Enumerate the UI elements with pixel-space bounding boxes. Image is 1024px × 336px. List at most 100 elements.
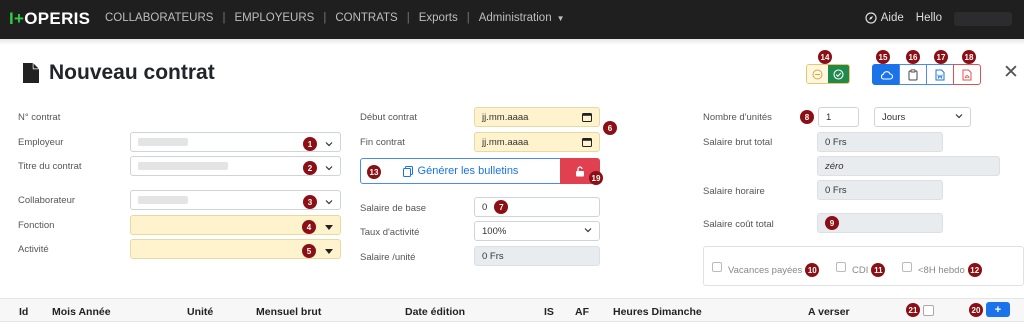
badge-7: 7 — [494, 200, 509, 214]
vacances-payees-checkbox[interactable]: Vacances payées 10 — [712, 262, 820, 277]
chevron-down-icon — [325, 142, 333, 147]
debut-contrat-input[interactable]: jj.mm.aaaa — [474, 107, 600, 127]
chevron-down-icon — [325, 200, 333, 205]
nav-administration[interactable]: Administration — [479, 12, 552, 24]
badge-21: 21 — [906, 303, 920, 317]
aide-label: Aide — [880, 12, 904, 24]
employeur-select[interactable]: 1 — [130, 132, 341, 152]
vacances-payees-label: Vacances payées — [728, 264, 803, 276]
badge-5: 5 — [302, 244, 316, 258]
caret-down-icon[interactable]: ▼ — [557, 14, 565, 23]
badge-17: 17 — [934, 50, 948, 64]
hello-label: Hello — [915, 12, 942, 24]
activite-select[interactable]: 5 — [130, 239, 341, 259]
close-icon[interactable]: ✕ — [1003, 63, 1019, 82]
nombre-unites-value: 1 — [826, 111, 832, 123]
col-is[interactable]: IS — [544, 306, 554, 318]
cdi-label: CDI — [852, 264, 869, 276]
nav-employeurs[interactable]: EMPLOYEURS — [234, 12, 314, 24]
unite-type-select[interactable]: Jours — [874, 107, 971, 127]
aide-link[interactable]: Aide — [865, 12, 904, 24]
calendar-icon[interactable] — [582, 112, 592, 122]
salaire-unite-value: 0 Frs — [482, 250, 504, 262]
col-mois-annee[interactable]: Mois Année — [52, 306, 111, 318]
salaire-brut-total-value: 0 Frs — [825, 136, 847, 148]
status-pending-button[interactable] — [807, 65, 828, 83]
collaborateur-select[interactable]: 3 — [130, 190, 341, 210]
debut-contrat-placeholder: jj.mm.aaaa — [482, 111, 529, 123]
nav-collaborateurs[interactable]: COLLABORATEURS — [105, 12, 213, 24]
brand-logo[interactable]: I+OPERIS — [9, 9, 90, 29]
salaire-brut-total-field: 0 Frs — [817, 132, 943, 152]
col-mensuel-brut[interactable]: Mensuel brut — [256, 306, 321, 318]
calendar-icon[interactable] — [582, 137, 592, 147]
user-name-redacted[interactable] — [954, 12, 1012, 26]
badge-3: 3 — [303, 195, 317, 209]
caret-down-icon — [325, 224, 333, 230]
fonction-select[interactable]: 4 — [130, 215, 341, 235]
checkbox-box[interactable] — [836, 262, 846, 272]
salaire-base-label: Salaire de base — [360, 203, 427, 214]
badge-8: 8 — [800, 110, 814, 124]
select-all-checkbox[interactable] — [923, 305, 934, 316]
salaire-unite-field: 0 Frs — [474, 246, 600, 266]
bulletins-table-header: Id Mois Année Unité Mensuel brut Date éd… — [0, 298, 1024, 322]
checkbox-box[interactable] — [902, 262, 912, 272]
salaire-base-input[interactable]: 0 7 — [474, 197, 600, 217]
col-id[interactable]: Id — [19, 306, 28, 318]
clipboard-icon — [908, 68, 918, 80]
copy-icon — [402, 165, 413, 177]
nav-exports[interactable]: Exports — [419, 12, 458, 24]
moins-8h-label: <8H hebdo — [918, 264, 965, 276]
employeur-label: Employeur — [18, 137, 64, 148]
cloud-save-button[interactable] — [872, 64, 900, 85]
salaire-base-value: 0 — [482, 201, 488, 213]
badge-11: 11 — [871, 263, 886, 277]
nav-contrats[interactable]: CONTRATS — [335, 12, 397, 24]
titre-contrat-value-redacted — [138, 162, 228, 170]
taux-activite-select[interactable]: 100% — [474, 221, 600, 241]
caret-down-icon — [325, 248, 333, 254]
col-unite[interactable]: Unité — [187, 306, 213, 318]
collaborateur-value-redacted — [138, 196, 188, 204]
options-panel: Vacances payées 10 CDI 11 <8H hebdo 12 — [703, 246, 1024, 286]
badge-6: 6 — [603, 121, 617, 135]
user-nav: Aide Hello — [865, 12, 942, 24]
badge-19: 19 — [589, 171, 603, 185]
status-valid-button[interactable] — [828, 65, 849, 83]
nombre-unites-input[interactable]: 1 — [818, 107, 859, 127]
chevron-down-icon — [955, 114, 963, 119]
badge-9: 9 — [825, 216, 839, 230]
word-export-button[interactable] — [926, 64, 954, 85]
col-a-verser[interactable]: A verser — [808, 306, 850, 318]
salaire-unite-label: Salaire /unité — [360, 252, 416, 263]
salaire-cout-total-label: Salaire coût total — [703, 219, 774, 230]
titre-contrat-select[interactable]: 2 — [130, 156, 341, 176]
generer-bulletins-button[interactable]: Générer les bulletins — [360, 158, 561, 184]
word-file-icon — [935, 69, 945, 80]
col-af[interactable]: AF — [575, 306, 589, 318]
col-date-edition[interactable]: Date édition — [405, 306, 465, 318]
badge-12: 12 — [967, 263, 982, 277]
checkbox-box[interactable] — [712, 262, 722, 272]
taux-activite-label: Taux d'activité — [360, 227, 420, 238]
numero-contrat-label: N° contrat — [18, 112, 61, 123]
pdf-export-button[interactable] — [953, 64, 981, 85]
clipboard-button[interactable] — [899, 64, 927, 85]
badge-13: 13 — [367, 165, 381, 179]
badge-4: 4 — [302, 220, 316, 234]
moins-8h-checkbox[interactable]: <8H hebdo 12 — [902, 262, 982, 277]
unlock-icon — [576, 165, 584, 176]
unite-type-value: Jours — [882, 111, 906, 123]
fin-contrat-input[interactable]: jj.mm.aaaa — [474, 132, 600, 152]
nav-separator: | — [323, 12, 327, 24]
col-heures-dimanche[interactable]: Heures Dimanche — [613, 306, 702, 318]
salaire-horaire-value: 0 Frs — [825, 184, 847, 196]
badge-20: 20 — [969, 303, 983, 317]
main-nav: COLLABORATEURS | EMPLOYEURS | CONTRATS |… — [105, 12, 565, 24]
add-bulletin-button[interactable]: + — [986, 302, 1010, 317]
top-navbar: I+OPERIS COLLABORATEURS | EMPLOYEURS | C… — [0, 0, 1024, 39]
cdi-checkbox[interactable]: CDI 11 — [836, 262, 886, 277]
badge-15: 15 — [876, 50, 890, 64]
badge-10: 10 — [805, 263, 820, 277]
